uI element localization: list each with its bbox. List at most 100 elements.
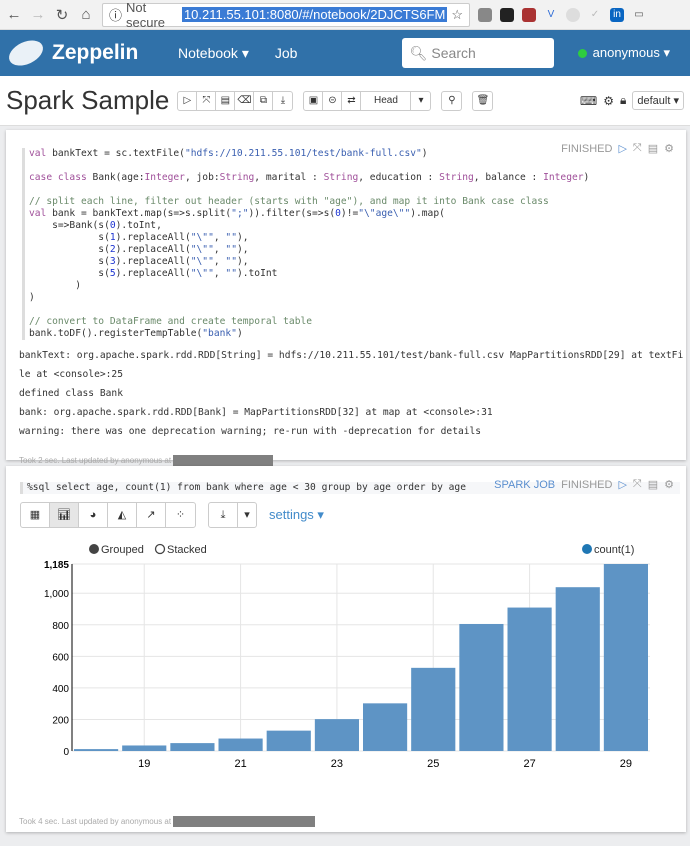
- output-line: defined class Bank: [19, 388, 123, 399]
- head-dropdown[interactable]: Head: [361, 91, 412, 110]
- brand: Zeppelin: [52, 41, 139, 64]
- security-label: Not secure: [126, 0, 166, 30]
- caret-down-icon[interactable]: ▾: [411, 92, 430, 110]
- bar-age-18[interactable]: [74, 749, 119, 751]
- hide-editor-icon[interactable]: ⤧: [633, 478, 642, 491]
- bar-age-24[interactable]: [363, 703, 408, 751]
- bar-chart-icon[interactable]: 📊︎: [50, 503, 79, 527]
- zeppelin-logo[interactable]: Zeppelin: [5, 35, 178, 71]
- run-icon[interactable]: ▷: [618, 478, 626, 491]
- version-icon[interactable]: ▣: [304, 91, 324, 110]
- settings-dropdown[interactable]: settings ▾: [269, 507, 324, 523]
- output-line: warning: there was one deprecation warni…: [19, 426, 482, 437]
- x-tick-label: 21: [234, 758, 246, 770]
- output-line: bankText: org.apache.spark.rdd.RDD[Strin…: [19, 350, 684, 361]
- caret-down-icon[interactable]: ▾: [238, 503, 256, 527]
- extension-icon[interactable]: ✓: [588, 8, 602, 22]
- cast-icon[interactable]: ▭: [632, 8, 646, 22]
- x-tick-label: 25: [427, 758, 439, 770]
- bar-age-19[interactable]: [122, 745, 167, 751]
- hide-output-icon[interactable]: ▤: [648, 478, 658, 491]
- y-tick-label: 800: [52, 621, 69, 632]
- spark-job-link[interactable]: SPARK JOB: [494, 479, 555, 491]
- pie-chart-icon[interactable]: ◕: [79, 503, 108, 527]
- legend-series-label: count(1): [594, 544, 634, 556]
- area-chart-icon[interactable]: ◭: [108, 503, 137, 527]
- forward-icon[interactable]: →: [30, 6, 46, 23]
- info-icon: ⓘ: [109, 8, 123, 23]
- url-text[interactable]: 10.211.55.101:8080/#/notebook/2DJCTS6FM: [181, 7, 448, 22]
- hide-output-icon[interactable]: ▤: [216, 91, 236, 110]
- run-icon[interactable]: ▷: [618, 142, 626, 155]
- y-tick-label: 1,000: [44, 589, 69, 600]
- notebook-menu[interactable]: Notebook ▾: [178, 45, 249, 62]
- legend-grouped-label: Grouped: [101, 544, 144, 556]
- output-line: le at <console>:25: [19, 369, 123, 380]
- trash-icon[interactable]: 🗑︎: [473, 92, 492, 110]
- star-icon[interactable]: ☆: [451, 7, 463, 23]
- legend-grouped-radio[interactable]: [89, 544, 99, 554]
- legend-stacked-label: Stacked: [167, 544, 207, 556]
- hide-editor-icon[interactable]: ⤧: [633, 142, 642, 155]
- lock-icon[interactable]: 🔒︎: [620, 93, 626, 108]
- hide-output-icon[interactable]: ▤: [648, 142, 658, 155]
- y-tick-label: 400: [52, 684, 69, 695]
- x-tick-label: 19: [138, 758, 150, 770]
- paragraph-scala: FINISHED ▷ ⤧ ▤ ⚙ val bankText = sc.textFile…: [6, 130, 686, 466]
- line-chart-icon[interactable]: ↗: [137, 503, 166, 527]
- search-code-icon[interactable]: ⚲: [442, 92, 461, 110]
- scatter-chart-icon[interactable]: ⁘: [166, 503, 195, 527]
- legend-stacked-radio[interactable]: [154, 543, 166, 555]
- reload-icon[interactable]: ↻: [54, 6, 70, 24]
- export-icon[interactable]: ⤓: [273, 92, 292, 110]
- page-title[interactable]: Spark Sample: [6, 85, 169, 116]
- keyboard-icon[interactable]: ⌨: [580, 94, 597, 108]
- gear-icon[interactable]: ⚙: [603, 94, 614, 108]
- legend-series-marker[interactable]: [582, 544, 592, 554]
- extension-icon[interactable]: [566, 7, 580, 22]
- x-tick-label: 27: [523, 758, 535, 770]
- table-view-icon[interactable]: ▦: [21, 503, 50, 527]
- extension-icon[interactable]: [522, 7, 536, 22]
- bar-age-27[interactable]: [507, 607, 552, 751]
- extension-icon[interactable]: V: [544, 8, 558, 22]
- x-tick-label: 29: [620, 758, 632, 770]
- bar-age-23[interactable]: [314, 719, 359, 751]
- bar-age-26[interactable]: [459, 623, 504, 751]
- extension-icon[interactable]: [500, 7, 514, 22]
- paragraph-sql: SPARK JOB FINISHED ▷ ⤧ ▤ ⚙ %sql select age, …: [6, 466, 686, 832]
- clear-output-icon[interactable]: ⌫: [235, 91, 255, 110]
- commit-icon[interactable]: ⊝: [323, 91, 343, 110]
- status-badge: FINISHED: [561, 142, 613, 155]
- download-icon[interactable]: ⤓: [209, 503, 238, 527]
- y-tick-label: 0: [63, 747, 69, 758]
- search-input[interactable]: 🔍︎ Search: [401, 38, 554, 68]
- bar-age-25[interactable]: [411, 667, 456, 751]
- job-link[interactable]: Job: [275, 45, 298, 61]
- run-all-icon[interactable]: ▷: [178, 91, 198, 110]
- user-menu[interactable]: anonymous ▾: [577, 45, 670, 61]
- gear-icon[interactable]: ⚙: [664, 142, 674, 155]
- interpreter-select[interactable]: default ▾: [632, 91, 684, 110]
- redacted-timestamp: [173, 455, 274, 466]
- bar-age-21[interactable]: [218, 738, 263, 751]
- code-editor[interactable]: val bankText = sc.textFile("hdfs://10.21…: [22, 148, 686, 340]
- x-tick-label: 23: [331, 758, 343, 770]
- linkedin-icon[interactable]: in: [610, 7, 624, 22]
- compare-icon[interactable]: ⇄: [342, 91, 362, 110]
- extension-icon[interactable]: [478, 7, 492, 22]
- y-tick-label: 600: [52, 652, 69, 663]
- clone-icon[interactable]: ⧉: [254, 91, 274, 110]
- home-icon[interactable]: ⌂: [78, 6, 94, 23]
- gear-icon[interactable]: ⚙: [664, 478, 674, 491]
- bar-age-28[interactable]: [555, 587, 600, 751]
- back-icon[interactable]: ←: [6, 6, 22, 23]
- hide-code-icon[interactable]: ⤧: [197, 91, 217, 110]
- address-bar[interactable]: ⓘ Not secure 10.211.55.101:8080/#/notebo…: [102, 0, 470, 30]
- search-placeholder: Search: [431, 45, 476, 61]
- browser-toolbar: ← → ↻ ⌂ ⓘ Not secure 10.211.55.101:8080/…: [0, 0, 690, 30]
- bar-age-20[interactable]: [170, 743, 215, 751]
- paragraph-footer: Took 2 sec. Last updated by anonymous at: [19, 456, 172, 465]
- bar-age-29[interactable]: [603, 564, 648, 751]
- bar-age-22[interactable]: [266, 730, 311, 751]
